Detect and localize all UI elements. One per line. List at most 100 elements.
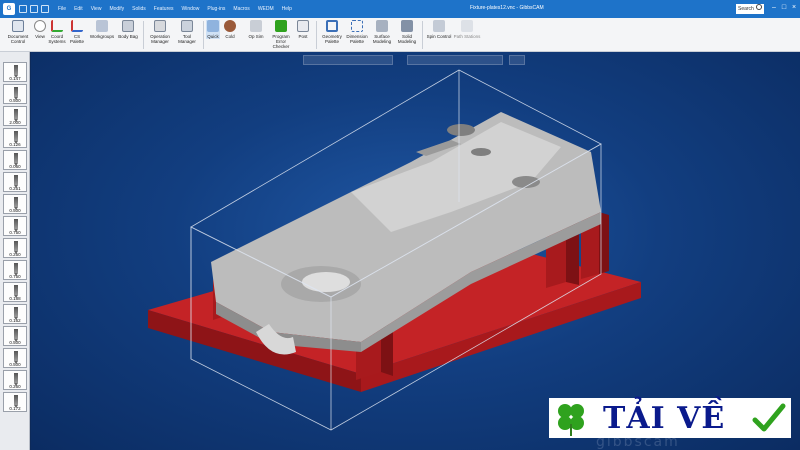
drill-icon (14, 87, 18, 100)
menu-modify[interactable]: Modify (109, 6, 124, 12)
workgroups-button[interactable]: Workgroups (89, 20, 115, 39)
tool-size: 2.000 (9, 120, 21, 125)
tool-size: 0.500 (9, 208, 21, 213)
surface-modeling-label: Surface Modeling (372, 34, 392, 44)
ribbon-toolbar: Document Control View Coord Systems CS P… (0, 18, 800, 52)
gibbscam-window: G File Edit View Modify Solids Features … (0, 0, 800, 450)
spin-control-label: Spin Control (426, 34, 452, 39)
menu-edit[interactable]: Edit (74, 6, 83, 12)
menu-help[interactable]: Help (282, 6, 292, 12)
workgroups-label: Workgroups (89, 34, 115, 39)
tool-item[interactable]: 0.172 (3, 392, 27, 412)
tool-item[interactable]: 0.500 (3, 84, 27, 104)
ribbon-separator (316, 21, 317, 49)
tool-item[interactable]: 0.126 (3, 128, 27, 148)
tool-item[interactable]: 0.147 (3, 62, 27, 82)
tool-item[interactable]: 0.500 (3, 348, 27, 368)
op-sim-button[interactable]: Op Sim (246, 20, 266, 39)
tool-item[interactable]: 0.250 (3, 238, 27, 258)
tool-size: 0.250 (9, 252, 21, 257)
menu-wedm[interactable]: WEDM (258, 6, 274, 12)
banner-title: TẢI VỀ (603, 400, 726, 436)
tool-size: 0.500 (9, 340, 21, 345)
tool-item[interactable]: 2.000 (3, 106, 27, 126)
post-icon (297, 20, 309, 32)
drill-icon (14, 285, 18, 298)
menu-bar: File Edit View Modify Solids Features Wi… (58, 6, 300, 12)
drill-icon (14, 351, 18, 364)
close-icon[interactable]: × (790, 4, 798, 12)
surface-modeling-button[interactable]: Surface Modeling (370, 20, 394, 44)
tool-item[interactable]: 0.750 (3, 260, 27, 280)
spin-control-button[interactable]: Spin Control (425, 20, 453, 39)
axes-icon (51, 20, 63, 32)
body-bag-label: Body Bag (118, 34, 138, 39)
op-sim-icon (250, 20, 262, 32)
tool-manager-button[interactable]: Tool Manager (175, 20, 199, 44)
menu-solids[interactable]: Solids (132, 6, 146, 12)
drill-icon (14, 197, 18, 210)
minimize-icon[interactable]: – (770, 4, 778, 12)
op-sim-label: Op Sim (248, 34, 264, 39)
quick-access-save-icon[interactable] (41, 5, 49, 13)
program-error-checker-button[interactable]: Program Error Checker (268, 20, 294, 49)
document-control-label: Document Control (7, 34, 29, 44)
menu-features[interactable]: Features (154, 6, 174, 12)
drill-icon (14, 395, 18, 408)
geometry-palette-button[interactable]: Geometry Palette (320, 20, 344, 44)
quick-icon (207, 20, 219, 32)
tool-item[interactable]: 0.500 (3, 326, 27, 346)
title-bar: G File Edit View Modify Solids Features … (0, 0, 800, 18)
tool-item[interactable]: 0.188 (3, 282, 27, 302)
tool-manager-icon (181, 20, 193, 32)
menu-plug-ins[interactable]: Plug-ins (207, 6, 225, 12)
checkmark-icon (275, 20, 287, 32)
tool-size: 0.500 (9, 98, 21, 103)
search-icon[interactable] (756, 4, 762, 10)
ribbon-separator (203, 21, 204, 49)
tool-size: 0.750 (9, 230, 21, 235)
menu-view[interactable]: View (91, 6, 102, 12)
solid-modeling-button[interactable]: Solid Modeling (395, 20, 419, 44)
cold-icon (224, 20, 236, 32)
coord-systems-button[interactable]: Coord Systems (48, 20, 66, 44)
geometry-palette-label: Geometry Palette (322, 34, 342, 44)
quick-render-button[interactable]: Quick (206, 20, 220, 39)
view-button[interactable]: View (33, 20, 47, 39)
download-banner[interactable]: TẢI VỀ (549, 398, 791, 438)
graphics-viewport[interactable]: gibbscam (31, 52, 800, 450)
tool-size: 0.750 (9, 274, 21, 279)
tool-item[interactable]: 0.750 (3, 216, 27, 236)
quick-access-open-icon[interactable] (30, 5, 38, 13)
body-bag-icon (122, 20, 134, 32)
tool-item[interactable]: 0.060 (3, 150, 27, 170)
dimension-palette-button[interactable]: Dimension Palette (345, 20, 369, 44)
operation-manager-icon (154, 20, 166, 32)
cs-palette-button[interactable]: CS Palette (67, 20, 87, 44)
menu-file[interactable]: File (58, 6, 66, 12)
operation-manager-label: Operation Manager (150, 34, 170, 44)
quick-access-new-icon[interactable] (19, 5, 27, 13)
operation-manager-button[interactable]: Operation Manager (147, 20, 173, 44)
tool-item[interactable]: 0.500 (3, 194, 27, 214)
drill-icon (14, 109, 18, 122)
menu-macros[interactable]: Macros (233, 6, 249, 12)
tool-size: 0.188 (9, 296, 21, 301)
maximize-icon[interactable]: □ (780, 4, 788, 12)
path-stations-button[interactable]: Path Stations (453, 20, 481, 39)
tool-size: 0.172 (9, 406, 21, 411)
clover-icon (558, 404, 584, 436)
post-button[interactable]: Post (296, 20, 310, 39)
menu-window[interactable]: Window (182, 6, 200, 12)
tool-size: 0.260 (9, 384, 21, 389)
drill-icon (14, 373, 18, 386)
tool-item[interactable]: 0.260 (3, 370, 27, 390)
program-error-checker-label: Program Error Checker (272, 34, 290, 49)
tool-manager-label: Tool Manager (178, 34, 196, 44)
app-logo-icon[interactable]: G (3, 3, 15, 15)
body-bag-button[interactable]: Body Bag (116, 20, 140, 39)
tool-item[interactable]: 0.251 (3, 172, 27, 192)
document-control-button[interactable]: Document Control (3, 20, 33, 44)
cold-render-button[interactable]: Cold (222, 20, 238, 39)
tool-item[interactable]: 0.162 (3, 304, 27, 324)
